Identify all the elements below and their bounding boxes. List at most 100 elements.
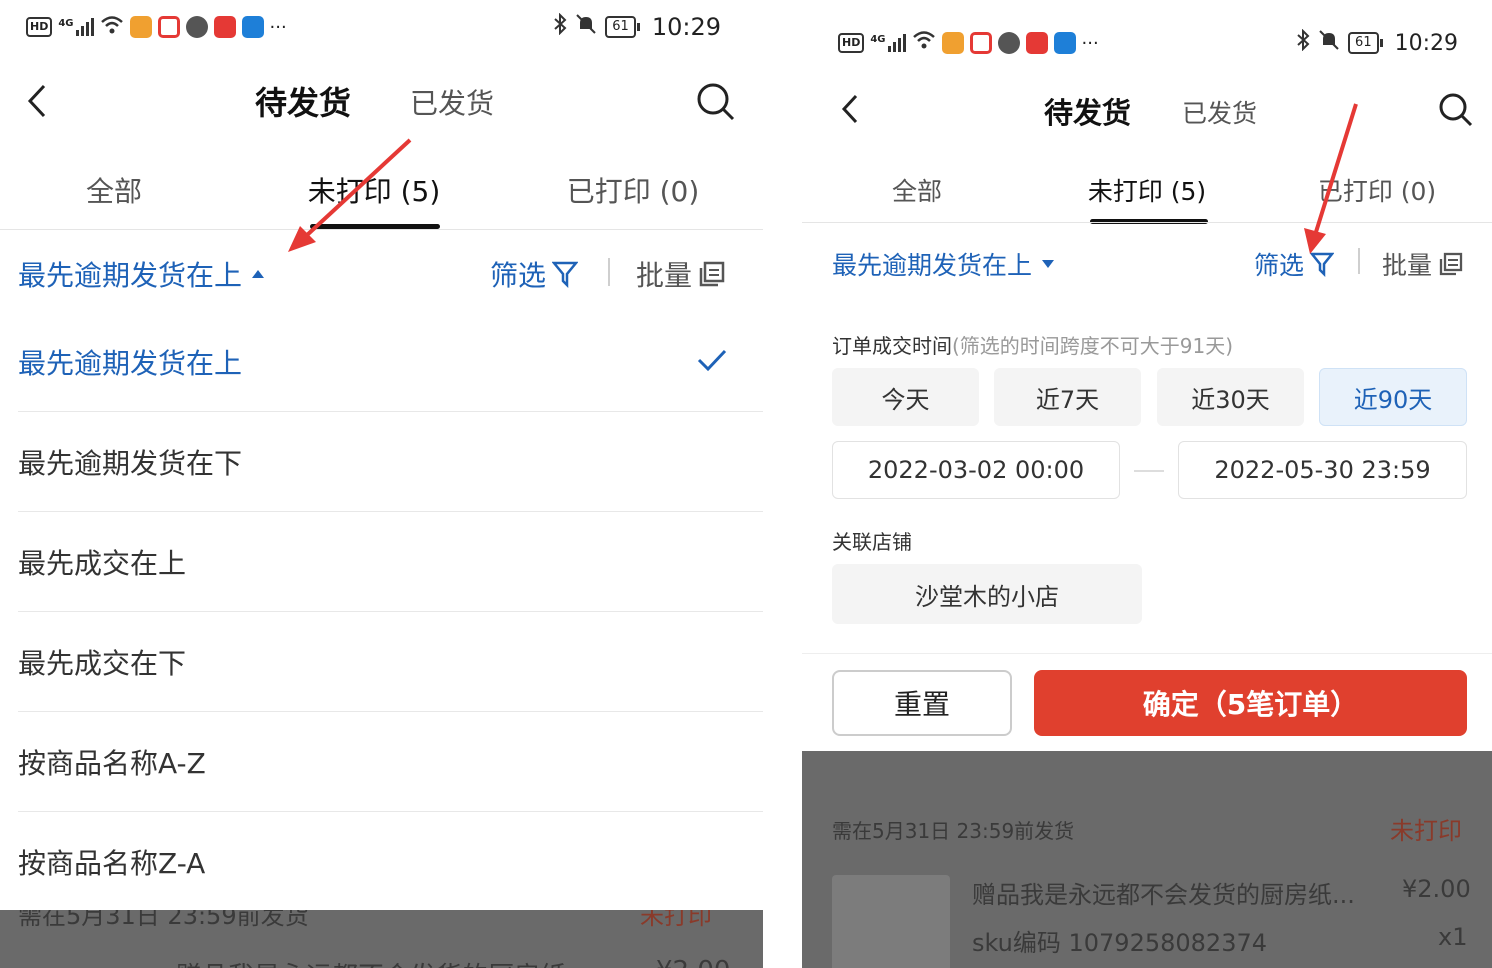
sort-menu-screen: HD 4G ··· 61 10:29 待发货 已发货 全部 未打印 (5) 已打… [0,0,763,968]
tab-shipped[interactable]: 已发货 [410,82,494,122]
tab-all[interactable]: 全部 [72,170,156,210]
caret-down-icon [1042,260,1055,268]
sort-dropdown[interactable]: 最先逾期发货在上 [18,254,265,294]
sort-option[interactable]: 按商品名称Z-A [18,812,763,912]
app-notification-icon [997,32,1020,54]
batch-button[interactable]: 批量 [636,254,726,294]
order-time-label: 订单成交时间(筛选的时间跨度不可大于91天) [832,330,1233,359]
batch-label: 批量 [1382,251,1433,280]
tab-shipped[interactable]: 已发货 [1182,94,1257,130]
sort-option-label: 最先成交在下 [18,646,187,680]
sort-option-label: 按商品名称Z-A [18,847,206,880]
order-status: 未打印 [1390,817,1462,845]
search-icon [697,83,735,121]
bluetooth-icon [553,12,567,41]
range-30d[interactable]: 近30天 [1157,368,1304,426]
divider [0,229,763,230]
shop-chip[interactable]: 沙堂木的小店 [832,564,1142,624]
filter-panel-screen: HD 4G ··· 61 10:29 待发货 已发货 全部 未打印 (5) 已打… [802,0,1492,968]
confirm-button[interactable]: 确定（5笔订单） [1034,670,1467,736]
app-notification-icon [157,16,180,38]
product-thumbnail [832,875,950,968]
tab-printed[interactable]: 已打印 (0) [560,170,706,210]
search-button[interactable] [1438,92,1474,132]
divider [802,222,1492,223]
filter-label: 筛选 [490,259,547,292]
divider [608,258,610,286]
range-90d[interactable]: 近90天 [1319,368,1467,426]
batch-icon [1439,252,1463,276]
app-notification-icon [241,16,264,38]
sort-option[interactable]: 最先成交在下 [18,612,763,712]
mute-icon [1318,29,1340,57]
batch-button[interactable]: 批量 [1382,246,1464,282]
order-time-title: 订单成交时间 [832,334,952,358]
end-date-field[interactable]: 2022-05-30 23:59 [1178,441,1467,499]
app-notification-icon [1053,32,1076,54]
product-price: ¥2.00 [1402,875,1471,903]
date-range-separator [1134,470,1164,472]
batch-label: 批量 [636,259,693,292]
sort-dropdown[interactable]: 最先逾期发货在上 [832,246,1055,282]
range-today[interactable]: 今天 [832,368,979,426]
status-bar: HD 4G ··· 61 10:29 [0,12,763,42]
app-notification-icon [941,32,964,54]
start-date-field[interactable]: 2022-03-02 00:00 [832,441,1120,499]
battery-icon: 61 [1348,32,1383,54]
product-title: 赠品我是永远都不会发货的厨房纸... [972,881,1355,909]
order-deadline: 需在5月31日 23:59前发货 [18,910,309,930]
back-button[interactable] [26,84,48,122]
filter-button[interactable]: 筛选 [1254,246,1335,282]
filter-button[interactable]: 筛选 [490,254,579,294]
hd-icon: HD [838,33,865,53]
sort-option[interactable]: 最先逾期发货在下 [18,412,763,512]
tab-pending-shipment[interactable]: 待发货 [255,78,351,124]
battery-icon: 61 [605,16,640,38]
search-button[interactable] [696,82,736,126]
filter-label: 筛选 [1254,251,1305,280]
funnel-icon [1310,252,1335,277]
tab-pending-shipment[interactable]: 待发货 [1044,90,1131,132]
product-title: 赠品我是永远都不会发货的厨房纸 [176,956,566,968]
more-notifications-icon: ··· [1081,32,1099,54]
sku-code: sku编码 1079258082374 [972,929,1268,957]
app-notification-icon [129,16,152,38]
clock: 10:29 [1394,30,1458,56]
tab-unprinted[interactable]: 未打印 (5) [1082,172,1212,208]
sort-option[interactable]: 最先成交在上 [18,512,763,612]
app-notification-icon [213,16,236,38]
check-icon [697,349,727,372]
shop-label: 关联店铺 [832,530,912,554]
order-status: 未打印 [640,910,712,930]
app-notification-icon [1025,32,1048,54]
mute-icon [575,13,597,41]
more-notifications-icon: ··· [269,16,287,38]
dim-overlay[interactable]: 需在5月31日 23:59前发货 未打印 赠品我是永远都不会发货的厨房纸... … [802,751,1492,968]
order-deadline: 需在5月31日 23:59前发货 [832,819,1075,843]
quantity: x1 [1438,923,1468,951]
sort-option-label: 最先成交在上 [18,546,187,580]
search-icon [1439,93,1473,127]
tab-all[interactable]: 全部 [882,172,952,208]
sort-option[interactable]: 最先逾期发货在上 [18,312,763,412]
reset-button[interactable]: 重置 [832,670,1012,736]
product-price: ¥2.00 [656,956,730,968]
batch-icon [699,261,725,287]
sort-option[interactable]: 按商品名称A-Z [18,712,763,812]
wifi-icon [912,30,936,56]
back-button[interactable] [840,94,860,128]
signal-icon: 4G [58,18,94,36]
wifi-icon [100,15,124,40]
sort-option-label: 按商品名称A-Z [18,746,206,780]
funnel-icon [552,261,579,288]
divider [1358,248,1360,274]
range-7d[interactable]: 近7天 [994,368,1141,426]
app-notification-icon [185,16,208,38]
dim-overlay[interactable]: 需在5月31日 23:59前发货 未打印 赠品我是永远都不会发货的厨房纸 ¥2.… [0,910,763,968]
caret-up-icon [252,270,265,278]
chevron-left-icon [841,94,858,124]
order-time-hint: (筛选的时间跨度不可大于91天) [952,334,1234,358]
tab-printed[interactable]: 已打印 (0) [1312,172,1442,208]
clock: 10:29 [651,13,721,41]
tab-unprinted[interactable]: 未打印 (5) [300,170,448,210]
